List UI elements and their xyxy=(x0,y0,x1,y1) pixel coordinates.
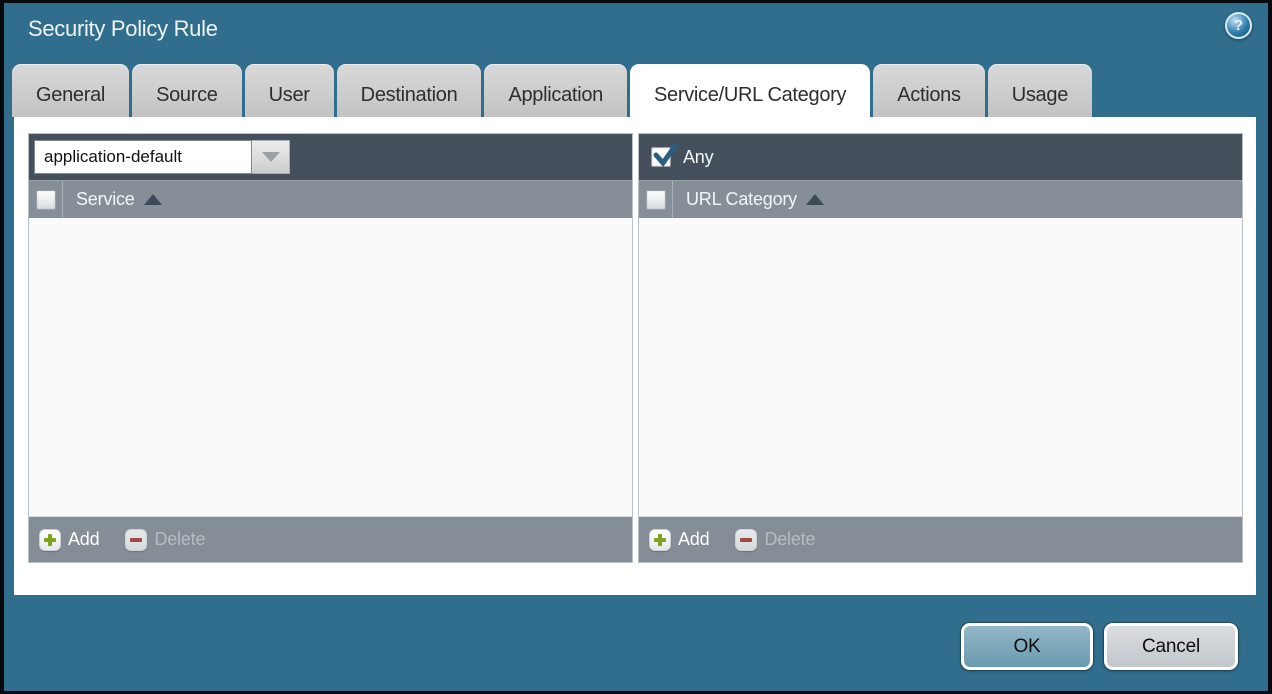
url-category-panel: Any URL Category Add xyxy=(638,133,1243,563)
url-category-toolbar: Any xyxy=(639,134,1242,180)
service-footer: Add Delete xyxy=(29,516,632,562)
service-type-value[interactable]: application-default xyxy=(34,140,252,174)
tab-general[interactable]: General xyxy=(12,64,129,117)
service-type-dropdown-button[interactable] xyxy=(252,140,290,174)
tab-source[interactable]: Source xyxy=(132,64,242,117)
dialog-title: Security Policy Rule xyxy=(28,16,218,42)
minus-icon xyxy=(125,529,147,551)
service-toolbar: application-default xyxy=(29,134,632,180)
url-category-table-header: URL Category xyxy=(639,180,1242,218)
checkmark-icon xyxy=(651,141,679,169)
service-column-header[interactable]: Service xyxy=(76,189,162,210)
service-panel: application-default Service xyxy=(28,133,633,563)
service-select-all-cell xyxy=(29,181,63,218)
any-checkbox-group: Any xyxy=(644,147,713,168)
ok-button[interactable]: OK xyxy=(961,623,1093,670)
chevron-down-icon xyxy=(262,152,280,162)
tab-content-area: application-default Service xyxy=(14,117,1256,595)
any-checkbox-label: Any xyxy=(683,147,713,168)
tab-destination[interactable]: Destination xyxy=(337,64,482,117)
service-list xyxy=(29,218,632,516)
tab-user[interactable]: User xyxy=(245,64,334,117)
plus-icon xyxy=(39,529,61,551)
url-category-select-all-cell xyxy=(639,181,673,218)
service-select-all-checkbox[interactable] xyxy=(36,190,56,210)
tab-service-url-category[interactable]: Service/URL Category xyxy=(630,64,870,117)
sort-ascending-icon xyxy=(806,194,824,205)
help-icon[interactable]: ? xyxy=(1225,12,1252,39)
cancel-button[interactable]: Cancel xyxy=(1104,623,1238,670)
any-checkbox[interactable] xyxy=(651,147,671,167)
service-type-combo: application-default xyxy=(34,140,290,174)
plus-icon xyxy=(649,529,671,551)
tab-bar: General Source User Destination Applicat… xyxy=(12,64,1092,117)
service-table-header: Service xyxy=(29,180,632,218)
url-category-select-all-checkbox[interactable] xyxy=(646,190,666,210)
tab-usage[interactable]: Usage xyxy=(988,64,1092,117)
url-category-list xyxy=(639,218,1242,516)
service-delete-button[interactable]: Delete xyxy=(125,529,205,551)
url-category-delete-button[interactable]: Delete xyxy=(735,529,815,551)
url-category-column-header[interactable]: URL Category xyxy=(686,189,824,210)
security-policy-rule-dialog: Security Policy Rule ? General Source Us… xyxy=(0,0,1272,694)
sort-ascending-icon xyxy=(144,194,162,205)
dialog-surface: Security Policy Rule ? General Source Us… xyxy=(4,3,1268,691)
url-category-add-button[interactable]: Add xyxy=(649,529,709,551)
tab-application[interactable]: Application xyxy=(484,64,627,117)
url-category-footer: Add Delete xyxy=(639,516,1242,562)
minus-icon xyxy=(735,529,757,551)
service-add-button[interactable]: Add xyxy=(39,529,99,551)
tab-actions[interactable]: Actions xyxy=(873,64,985,117)
